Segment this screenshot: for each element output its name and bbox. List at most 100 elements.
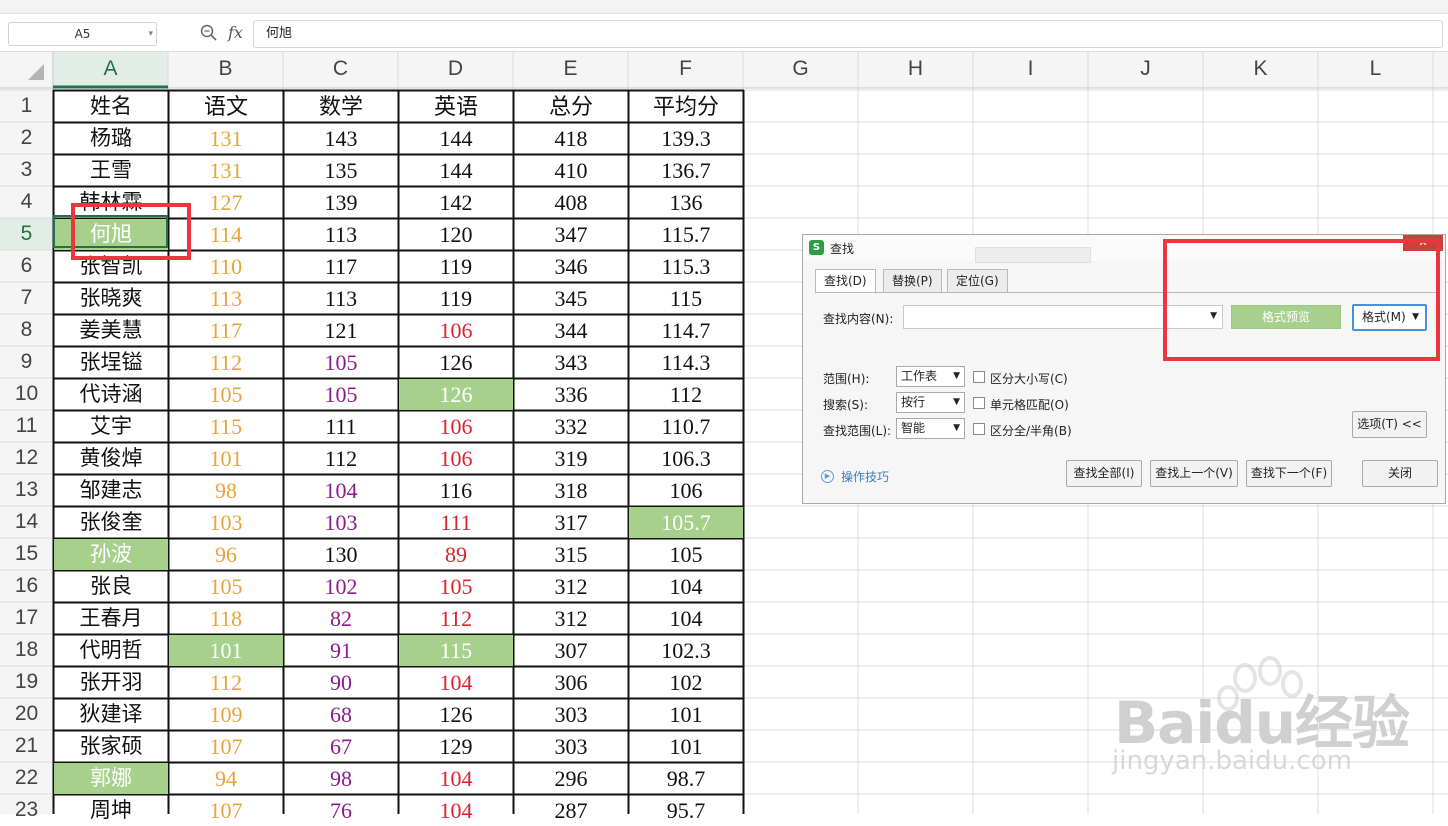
table-cell[interactable]: 张开羽 <box>54 667 168 698</box>
table-cell[interactable]: 104 <box>399 763 513 794</box>
column-header-c[interactable]: C <box>283 52 398 86</box>
table-cell[interactable]: 76 <box>284 795 398 826</box>
table-cell[interactable]: 91 <box>284 635 398 666</box>
table-cell[interactable]: 343 <box>514 347 628 378</box>
options-button[interactable]: 选项(T) << <box>1352 411 1427 438</box>
row-header[interactable]: 3 <box>0 154 53 186</box>
column-header-k[interactable]: K <box>1203 52 1318 86</box>
table-cell[interactable]: 144 <box>399 123 513 154</box>
table-cell[interactable]: 115 <box>169 411 283 442</box>
table-cell[interactable]: 319 <box>514 443 628 474</box>
tab-goto[interactable]: 定位(G) <box>947 269 1008 293</box>
table-cell[interactable]: 346 <box>514 251 628 282</box>
table-cell[interactable]: 119 <box>399 283 513 314</box>
close-button[interactable]: 关闭 <box>1362 460 1438 487</box>
table-cell[interactable]: 王春月 <box>54 603 168 634</box>
column-header-d[interactable]: D <box>398 52 513 86</box>
table-cell[interactable]: 111 <box>284 411 398 442</box>
row-header[interactable]: 15 <box>0 538 53 570</box>
table-cell[interactable]: 82 <box>284 603 398 634</box>
table-cell[interactable]: 114.3 <box>629 347 743 378</box>
row-header[interactable]: 5 <box>0 218 53 250</box>
row-header[interactable]: 11 <box>0 410 53 442</box>
table-cell[interactable]: 115 <box>399 635 513 666</box>
table-cell[interactable]: 郭娜 <box>54 763 168 794</box>
table-cell[interactable]: 312 <box>514 571 628 602</box>
table-cell[interactable]: 104 <box>284 475 398 506</box>
table-cell[interactable]: 296 <box>514 763 628 794</box>
table-cell[interactable]: 129 <box>399 731 513 762</box>
match-case-checkbox[interactable] <box>973 371 985 383</box>
search-order-select[interactable]: 按行 ▼ <box>896 392 965 413</box>
table-header-cell[interactable]: 语文 <box>169 91 283 122</box>
row-header[interactable]: 8 <box>0 314 53 346</box>
table-cell[interactable]: 姜美慧 <box>54 315 168 346</box>
table-cell[interactable]: 张晓爽 <box>54 283 168 314</box>
zoom-icon[interactable] <box>200 24 218 42</box>
table-cell[interactable]: 103 <box>169 507 283 538</box>
tab-find[interactable]: 查找(D) <box>815 269 876 294</box>
table-cell[interactable]: 94 <box>169 763 283 794</box>
tips-link[interactable]: 操作技巧 <box>841 468 889 485</box>
table-cell[interactable]: 101 <box>169 635 283 666</box>
table-cell[interactable]: 98 <box>284 763 398 794</box>
table-header-cell[interactable]: 英语 <box>399 91 513 122</box>
table-cell[interactable]: 104 <box>629 603 743 634</box>
table-cell[interactable]: 周坤 <box>54 795 168 826</box>
table-cell[interactable]: 102 <box>629 667 743 698</box>
table-cell[interactable]: 332 <box>514 411 628 442</box>
column-header-a[interactable]: A <box>53 52 168 86</box>
play-icon[interactable]: ▶ <box>821 470 834 483</box>
table-cell[interactable]: 114.7 <box>629 315 743 346</box>
table-cell[interactable]: 104 <box>399 667 513 698</box>
table-cell[interactable]: 126 <box>399 379 513 410</box>
table-cell[interactable]: 105 <box>629 539 743 570</box>
table-cell[interactable]: 345 <box>514 283 628 314</box>
table-cell[interactable]: 代明哲 <box>54 635 168 666</box>
table-cell[interactable]: 142 <box>399 187 513 218</box>
table-cell[interactable]: 艾宇 <box>54 411 168 442</box>
table-cell[interactable]: 狄建译 <box>54 699 168 730</box>
table-cell[interactable]: 104 <box>629 571 743 602</box>
table-cell[interactable]: 130 <box>284 539 398 570</box>
row-header[interactable]: 12 <box>0 442 53 474</box>
row-header[interactable]: 17 <box>0 602 53 634</box>
table-cell[interactable]: 代诗涵 <box>54 379 168 410</box>
column-header-l[interactable]: L <box>1318 52 1433 86</box>
column-header-f[interactable]: F <box>628 52 743 86</box>
table-cell[interactable]: 105 <box>399 571 513 602</box>
table-cell[interactable]: 115 <box>629 283 743 314</box>
table-cell[interactable]: 96 <box>169 539 283 570</box>
table-cell[interactable]: 117 <box>284 251 398 282</box>
table-cell[interactable]: 113 <box>284 219 398 250</box>
column-header-i[interactable]: I <box>973 52 1088 86</box>
row-header[interactable]: 6 <box>0 250 53 282</box>
fx-icon[interactable]: fx <box>228 23 243 42</box>
column-header-j[interactable]: J <box>1088 52 1203 86</box>
table-cell[interactable]: 106 <box>399 443 513 474</box>
table-cell[interactable]: 131 <box>169 123 283 154</box>
column-header-g[interactable]: G <box>743 52 858 86</box>
table-cell[interactable]: 306 <box>514 667 628 698</box>
column-header-h[interactable]: H <box>858 52 973 86</box>
table-cell[interactable]: 303 <box>514 699 628 730</box>
table-cell[interactable]: 410 <box>514 155 628 186</box>
column-header-b[interactable]: B <box>168 52 283 86</box>
table-cell[interactable]: 112 <box>284 443 398 474</box>
row-header[interactable]: 14 <box>0 506 53 538</box>
lookin-select[interactable]: 智能 ▼ <box>896 418 965 439</box>
table-cell[interactable]: 315 <box>514 539 628 570</box>
table-cell[interactable]: 115.7 <box>629 219 743 250</box>
table-cell[interactable]: 106 <box>399 411 513 442</box>
table-cell[interactable]: 101 <box>169 443 283 474</box>
table-cell[interactable]: 136 <box>629 187 743 218</box>
table-cell[interactable]: 312 <box>514 603 628 634</box>
table-cell[interactable]: 89 <box>399 539 513 570</box>
row-header[interactable]: 9 <box>0 346 53 378</box>
table-cell[interactable]: 317 <box>514 507 628 538</box>
table-cell[interactable]: 101 <box>629 699 743 730</box>
table-cell[interactable]: 113 <box>169 283 283 314</box>
table-cell[interactable]: 101 <box>629 731 743 762</box>
row-header[interactable]: 13 <box>0 474 53 506</box>
table-header-cell[interactable]: 数学 <box>284 91 398 122</box>
